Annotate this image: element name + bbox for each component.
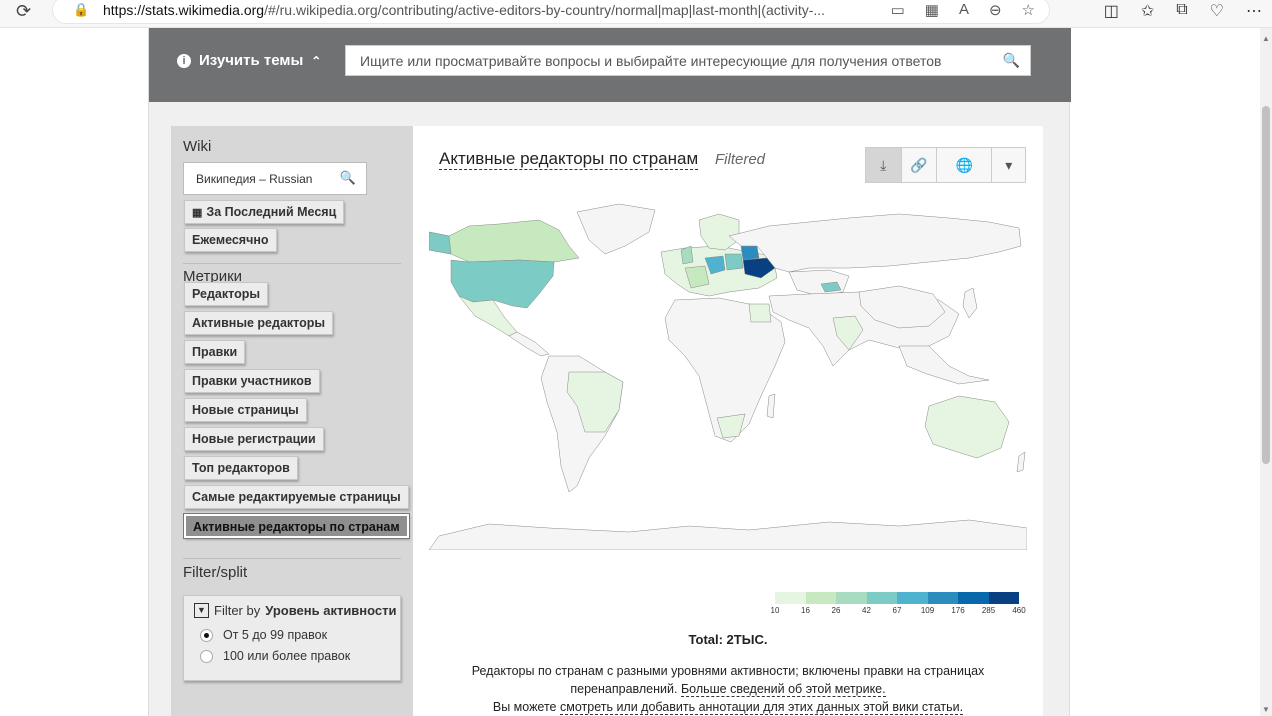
filter-title: ▼ Filter by Уровень активности [194,603,397,618]
chart-card: Активные редакторы по странам Filtered ⤓… [413,126,1043,716]
legend-swatch [988,592,1019,604]
world-map[interactable] [429,196,1027,550]
color-legend: 10 16 26 42 67 109 176 285 460 [771,592,1035,618]
more-menu-icon[interactable]: ⋯ [1246,1,1262,21]
time-range-button[interactable]: ▦ За Последний Месяц [184,200,345,224]
map-country-georgia [820,281,842,293]
topics-label: Изучить темы [199,52,304,69]
search-icon[interactable]: 🔍 [1003,52,1020,69]
wiki-selector[interactable]: Википедия – Russian 🔍 [183,162,367,195]
legend-tick: 285 [981,606,996,615]
divider [183,558,401,559]
legend-tick: 26 [831,606,841,615]
legend-tick: 109 [920,606,935,615]
browser-toolbar: ⟳ 🔒 https://stats.wikimedia.org/#/ru.wik… [0,0,1272,28]
metric-button[interactable]: Активные редакторы [184,311,334,335]
radio-unselected[interactable] [200,649,213,663]
url-text[interactable]: https://stats.wikimedia.org/#/ru.wikiped… [103,2,851,18]
legend-tick: 460 [1012,606,1026,615]
scroll-down-icon[interactable]: ▼ [1262,705,1270,714]
granularity-button[interactable]: Ежемесячно [184,228,277,252]
legend-tick: 16 [801,606,810,615]
wiki-heading: Wiki [183,138,212,155]
lock-icon[interactable]: 🔒 [73,2,89,18]
legend-swatch [805,592,836,604]
topics-search-input[interactable] [346,46,986,75]
map-country-egypt [748,303,772,323]
chart-title[interactable]: Активные редакторы по странам [439,149,699,170]
metric-button[interactable]: Редакторы [184,282,269,306]
filter-funnel-icon: ▼ [194,603,209,618]
globe-icon[interactable]: 🌐 [937,148,993,182]
app-available-icon[interactable]: ▭ [891,1,905,19]
metric-button[interactable]: Топ редакторов [184,456,298,480]
map-country-belarus [740,245,760,261]
search-icon[interactable]: 🔍 [340,170,356,186]
filtered-label: Filtered [715,151,766,168]
legend-tick: 67 [892,606,902,615]
metric-description: Редакторы по странам с разными уровнями … [471,664,985,715]
address-bar[interactable]: 🔒 https://stats.wikimedia.org/#/ru.wikip… [52,0,1050,24]
health-icon[interactable]: ♡ [1210,1,1224,21]
legend-swatch [927,592,958,604]
legend-tick: 10 [770,606,780,615]
legend-swatch [775,592,806,604]
chevron-up-icon: ⌃ [311,53,322,68]
wiki-value: Википедия – Russian [196,172,313,186]
divider [183,263,401,264]
annotations-link[interactable]: смотреть или добавить аннотации для этих… [560,700,964,715]
radio-selected[interactable] [200,628,213,642]
split-screen-icon[interactable]: ◫ [1104,1,1119,21]
download-icon[interactable]: ⤓ [866,148,902,182]
read-aloud-icon[interactable]: A [959,1,969,19]
metric-button[interactable]: Активные редакторы по странам [183,513,410,539]
metric-button[interactable]: Новые регистрации [184,427,324,451]
page-scrollbar[interactable]: ▲ ▼ [1260,28,1272,716]
filter-panel: ▼ Filter by Уровень активности От 5 до 9… [183,595,401,681]
favorite-star-icon[interactable]: ☆ [1022,1,1035,19]
sidebar: Wiki Википедия – Russian 🔍 ▦ За Последний… [171,126,413,716]
zoom-icon[interactable]: ⊖ [989,1,1002,19]
metric-button[interactable]: Новые страницы [184,398,307,422]
filter-option-100-plus[interactable]: 100 или более правок [200,649,350,663]
link-icon[interactable]: 🔗 [902,148,938,182]
collections-icon[interactable]: ⧉ [1176,1,1187,21]
topics-search-band: i Изучить темы ⌃ 🔍 [149,28,1071,102]
map-country-poland [724,253,744,271]
filter-option-5-99[interactable]: От 5 до 99 правок [200,628,327,642]
total-label: Total: 2ТЫС. [688,632,768,647]
page-content: i Изучить темы ⌃ 🔍 Wiki Википедия – Russ… [148,28,1071,716]
legend-swatch [836,592,867,604]
calendar-icon: ▦ [192,207,203,219]
legend-tick: 42 [862,606,871,615]
metric-button[interactable]: Самые редактируемые страницы [184,485,409,509]
scrollbar-thumb[interactable] [1262,106,1270,464]
metric-button[interactable]: Правки участников [184,369,320,393]
chart-toolbar: ⤓ 🔗 🌐 ▾ [865,147,1026,183]
grid-icon[interactable]: ▦ [925,1,939,19]
scroll-up-icon[interactable]: ▲ [1262,34,1270,43]
topics-search[interactable]: 🔍 [345,45,1031,76]
more-info-link[interactable]: Больше сведений об этой метрике. [680,682,886,697]
legend-swatch [866,592,897,604]
info-icon: i [177,53,191,68]
favorites-icon[interactable]: ✩ [1141,1,1154,21]
topics-toggle[interactable]: i Изучить темы ⌃ [177,52,321,69]
legend-swatch [958,592,989,604]
chevron-down-icon[interactable]: ▾ [992,148,1025,182]
legend-tick: 176 [951,606,965,615]
metric-button[interactable]: Правки [184,340,246,364]
reload-icon[interactable]: ⟳ [16,1,31,22]
legend-swatch [897,592,928,604]
filter-heading: Filter/split [183,564,248,581]
